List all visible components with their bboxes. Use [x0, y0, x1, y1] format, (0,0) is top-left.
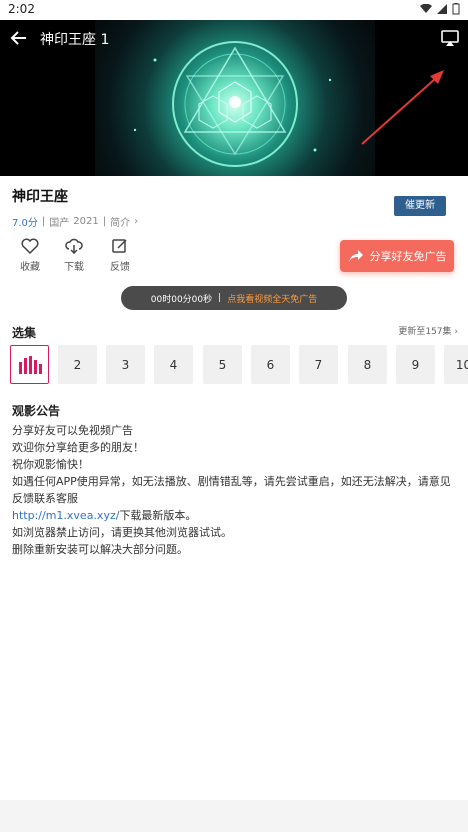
download-url-link[interactable]: http://m1.xvea.xyz/ — [12, 509, 119, 522]
playing-bars-icon — [18, 355, 42, 374]
countdown-timer: 00时00分00秒 — [150, 294, 213, 305]
episode-item[interactable]: 6 — [251, 345, 290, 384]
share-arrow-icon — [348, 250, 363, 262]
notice-line: 祝你观影愉快！ — [12, 458, 89, 471]
download-label: 下载 — [64, 262, 84, 273]
year: 2021 — [73, 216, 99, 227]
back-arrow-icon[interactable] — [10, 29, 28, 47]
video-title: 神印王座 1 — [40, 32, 110, 48]
notice-line: 欢迎你分享给更多的朋友！ — [12, 441, 144, 454]
video-player[interactable]: 神印王座 1 — [0, 20, 468, 176]
episodes-more-link[interactable]: 更新至157集 › — [398, 324, 458, 337]
episode-item-current[interactable] — [10, 345, 49, 384]
status-time: 2:02 — [8, 2, 35, 16]
episode-item[interactable]: 3 — [106, 345, 145, 384]
episode-list: 2 3 4 5 6 7 8 9 10 — [10, 345, 468, 385]
intro-link[interactable]: 简介 — [110, 214, 130, 229]
bottom-bar — [0, 800, 468, 832]
update-request-button[interactable]: 催更新 — [394, 196, 446, 216]
download-button[interactable]: 下载 — [56, 238, 92, 273]
status-icons — [420, 3, 460, 15]
signal-icon — [437, 4, 447, 14]
notice-line: 如遇任何APP使用异常，如无法播放、剧情错乱等，请先尝试重启，如还无法解决，请意… — [12, 475, 451, 505]
notice-line: 分享好友可以免视频广告 — [12, 424, 133, 437]
episode-item[interactable]: 9 — [396, 345, 435, 384]
episode-item[interactable]: 7 — [299, 345, 338, 384]
banner-separator: | — [218, 293, 222, 303]
rating: 7.0分 — [12, 218, 38, 229]
ad-free-banner[interactable]: 00时00分00秒 | 点我看视频全天免广告 — [121, 286, 347, 310]
notice-line: 删除重新安装可以解决大部分问题。 — [12, 543, 188, 556]
episode-item[interactable]: 2 — [58, 345, 97, 384]
heart-icon — [21, 238, 39, 254]
wifi-icon — [420, 4, 432, 13]
meta-divider: | — [102, 216, 107, 227]
annotation-arrow — [361, 70, 444, 145]
show-meta: 7.0分 | 国产 2021 | 简介 › — [12, 214, 456, 229]
edit-icon — [112, 239, 127, 253]
share-label: 分享好友免广告 — [369, 250, 447, 263]
cloud-download-icon — [65, 238, 83, 254]
share-button[interactable]: 分享好友免广告 — [340, 240, 454, 272]
favorite-label: 收藏 — [20, 262, 40, 273]
episode-item[interactable]: 4 — [154, 345, 193, 384]
cast-icon[interactable] — [440, 28, 460, 48]
notice-line: 如浏览器禁止访问，请更换其他浏览器试试。 — [12, 526, 232, 539]
feedback-label: 反馈 — [110, 262, 130, 273]
episode-item[interactable]: 8 — [348, 345, 387, 384]
episode-item[interactable]: 10 — [444, 345, 468, 384]
show-info: 神印王座 7.0分 | 国产 2021 | 简介 › — [12, 186, 456, 229]
notice-body: 分享好友可以免视频广告 欢迎你分享给更多的朋友！ 祝你观影愉快！ 如遇任何APP… — [12, 422, 452, 558]
meta-divider: | — [41, 216, 46, 227]
feedback-button[interactable]: 反馈 — [102, 238, 138, 273]
show-title: 神印王座 — [12, 189, 68, 205]
episodes-more-label: 更新至157集 — [398, 327, 452, 337]
watch-ad-link[interactable]: 点我看视频全天免广告 — [227, 292, 317, 305]
region: 国产 — [49, 218, 70, 229]
notice-title: 观影公告 — [12, 404, 61, 418]
notice-line: http://m1.xvea.xyz/下载最新版本。 — [12, 507, 452, 524]
video-frame — [95, 20, 375, 176]
status-bar: 2:02 — [0, 0, 468, 20]
battery-icon — [452, 3, 460, 15]
magic-circle-art — [133, 41, 332, 167]
episode-item[interactable]: 5 — [203, 345, 242, 384]
episodes-title: 选集 — [12, 326, 37, 340]
notice-line-suffix: 下载最新版本。 — [119, 509, 197, 522]
favorite-button[interactable]: 收藏 — [12, 238, 48, 273]
chevron-right-icon: › — [134, 216, 139, 227]
